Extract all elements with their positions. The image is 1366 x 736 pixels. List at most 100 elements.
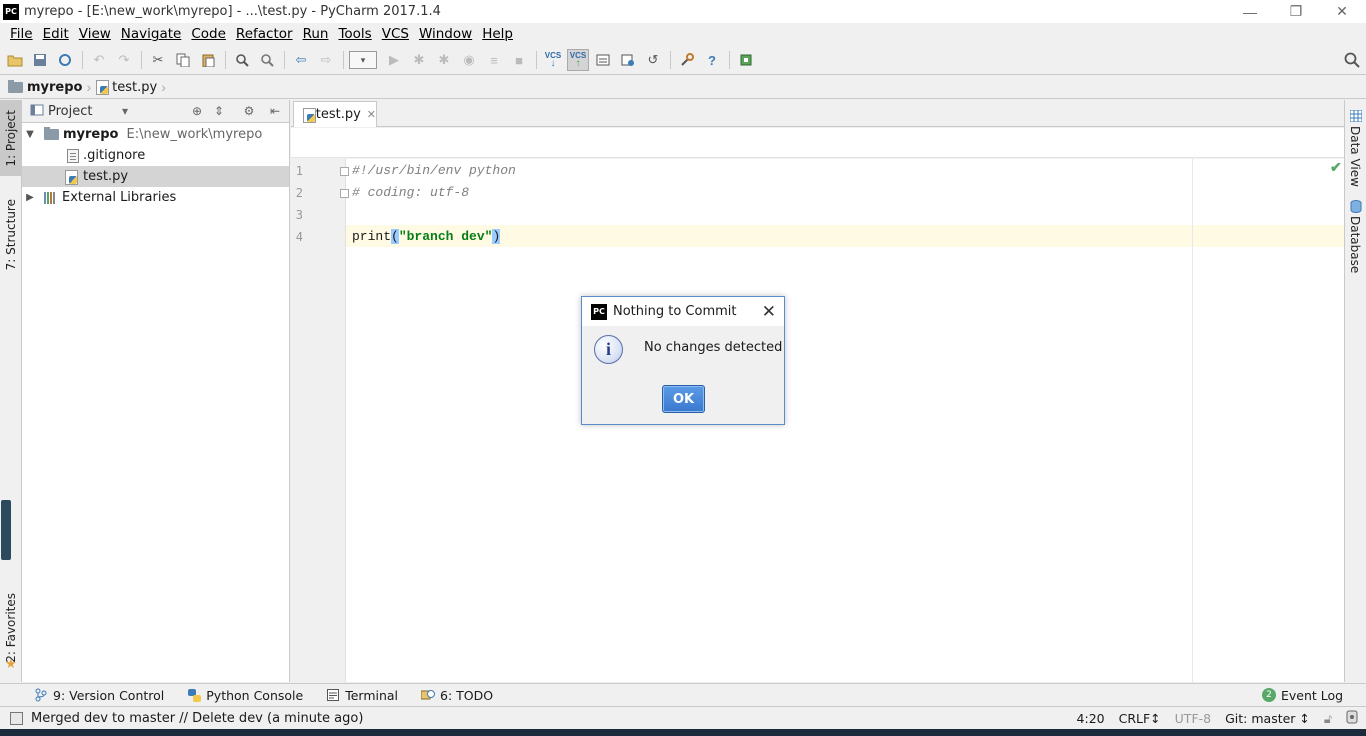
dialog-close-button[interactable]: ✕ (762, 302, 776, 322)
lock-icon[interactable]: 🔓︎ (1324, 711, 1332, 727)
menu-code[interactable]: Code (186, 26, 231, 42)
ok-button[interactable]: OK (662, 385, 705, 413)
menu-vcs[interactable]: VCS (377, 26, 414, 42)
undo-icon[interactable]: ↶ (88, 49, 110, 71)
collapse-all-icon[interactable]: ⇕ (212, 104, 226, 118)
event-count-badge: 2 (1262, 688, 1276, 702)
minimize-button[interactable]: — (1227, 0, 1273, 23)
text-file-icon (67, 148, 79, 163)
toggle-tool-windows-icon[interactable] (10, 711, 23, 725)
inspector-icon[interactable] (1346, 710, 1358, 727)
tab-database[interactable]: Database (1348, 216, 1362, 276)
code-editor[interactable]: 1 2 3 4 #!/usr/bin/env python # coding: … (291, 159, 1344, 682)
project-view-selector[interactable]: Project (48, 104, 92, 119)
encoding-selector[interactable]: UTF-8 (1175, 711, 1211, 726)
expanded-arrow-icon[interactable]: ▼ (24, 129, 36, 140)
cut-icon[interactable]: ✂ (147, 49, 169, 71)
line-number: 2 (295, 186, 303, 200)
code-paren-open: ( (391, 229, 399, 244)
tree-item-external-libraries[interactable]: ▶ External Libraries (22, 187, 289, 208)
tab-structure-label: 7: Structure (4, 199, 18, 271)
tree-item-gitignore[interactable]: .gitignore (22, 145, 289, 166)
right-margin-guide (1192, 159, 1193, 682)
sync-icon[interactable] (54, 49, 76, 71)
find-icon[interactable] (231, 49, 253, 71)
help-icon[interactable]: ? (701, 49, 723, 71)
tree-item-test-py[interactable]: test.py (22, 166, 289, 187)
code-line-1: #!/usr/bin/env python (352, 163, 516, 178)
tab-todo[interactable]: 6: TODO (421, 688, 493, 703)
run-config-select[interactable]: ▾ (349, 51, 377, 69)
hide-panel-icon[interactable]: ⇤ (268, 104, 282, 118)
tab-todo-label: 6: TODO (440, 687, 494, 703)
collapsed-arrow-icon[interactable]: ▶ (24, 192, 36, 203)
menu-file[interactable]: File (5, 26, 38, 42)
code-line-2: # coding: utf-8 (352, 185, 470, 200)
vcs-compare-icon[interactable] (592, 49, 614, 71)
settings-wrench-icon[interactable] (676, 49, 698, 71)
search-everywhere-icon[interactable] (1341, 49, 1363, 71)
chevron-down-icon[interactable]: ▾ (118, 104, 132, 118)
tab-database-label: Database (1348, 216, 1362, 274)
concurrency-icon[interactable]: ≡ (483, 49, 505, 71)
open-folder-icon[interactable] (4, 49, 26, 71)
run-icon[interactable]: ▶ (383, 49, 405, 71)
back-icon[interactable]: ⇦ (290, 49, 312, 71)
menu-window[interactable]: Window (414, 26, 477, 42)
window-titlebar: PC myrepo - [E:\new_work\myrepo] - ...\t… (0, 0, 1366, 23)
line-number: 4 (295, 230, 303, 244)
star-icon: ★ (5, 656, 17, 671)
scroll-from-source-icon[interactable]: ⊕ (190, 104, 204, 118)
tab-terminal[interactable]: Terminal (326, 688, 398, 703)
stop-icon[interactable]: ■ (508, 49, 530, 71)
replace-icon[interactable] (256, 49, 278, 71)
plugin-icon[interactable] (735, 49, 757, 71)
project-view-icon (30, 104, 44, 119)
tree-item-label: External Libraries (62, 190, 177, 205)
vcs-commit-icon[interactable]: VCS ↑ (567, 49, 589, 71)
vcs-history-icon[interactable] (617, 49, 639, 71)
profile-icon[interactable]: ◉ (458, 49, 480, 71)
status-message[interactable]: Merged dev to master // Delete dev (a mi… (31, 711, 363, 726)
breadcrumb-project[interactable]: myrepo (8, 79, 83, 95)
copy-icon[interactable] (172, 49, 194, 71)
left-tool-stripe: 1: Project 7: Structure 2: Favorites ★ (0, 100, 22, 682)
menu-edit[interactable]: Edit (38, 26, 74, 42)
nothing-to-commit-dialog: PC Nothing to Commit ✕ i No changes dete… (581, 296, 785, 425)
close-window-button[interactable]: ✕ (1319, 0, 1365, 23)
menu-navigate[interactable]: Navigate (116, 26, 187, 42)
git-branch-selector[interactable]: Git: master ↕ (1225, 711, 1310, 726)
breadcrumb-file[interactable]: test.py (95, 80, 157, 95)
debug-icon[interactable]: ✱ (408, 49, 430, 71)
python-file-icon (64, 169, 78, 185)
line-separator-selector[interactable]: CRLF↕ (1119, 711, 1161, 726)
caret-position[interactable]: 4:20 (1077, 711, 1105, 726)
vcs-revert-icon[interactable]: ↺ (642, 49, 664, 71)
tab-data-view[interactable]: Data View (1348, 126, 1362, 190)
menu-refactor[interactable]: Refactor (231, 26, 298, 42)
menu-run[interactable]: Run (298, 26, 334, 42)
project-panel-header: Project ▾ ⊕ ⇕ ⚙ ⇤ (22, 100, 289, 123)
tree-item-myrepo[interactable]: ▼ myrepo E:\new_work\myrepo (22, 124, 289, 145)
forward-icon[interactable]: ⇨ (315, 49, 337, 71)
vcs-update-icon[interactable]: VCS ↓ (542, 49, 564, 71)
tab-structure[interactable]: 7: Structure (0, 192, 22, 278)
tab-event-log[interactable]: 2 Event Log (1262, 688, 1343, 703)
fold-marker-icon[interactable] (340, 189, 349, 198)
os-taskbar (0, 729, 1366, 736)
tab-test-py[interactable]: test.py ✕ (293, 101, 377, 127)
fold-marker-icon[interactable] (340, 167, 349, 176)
tab-python-console[interactable]: Python Console (187, 688, 303, 703)
close-tab-icon[interactable]: ✕ (367, 108, 376, 121)
redo-icon[interactable]: ↷ (113, 49, 135, 71)
save-all-icon[interactable] (29, 49, 51, 71)
paste-icon[interactable] (197, 49, 219, 71)
menu-help[interactable]: Help (477, 26, 518, 42)
menu-view[interactable]: View (74, 26, 116, 42)
coverage-icon[interactable]: ✱ (433, 49, 455, 71)
gear-icon[interactable]: ⚙ (242, 104, 256, 118)
tab-project[interactable]: 1: Project (0, 100, 22, 176)
menu-tools[interactable]: Tools (333, 26, 376, 42)
tab-version-control[interactable]: 9: Version Control (34, 688, 164, 703)
restore-button[interactable]: ❐ (1273, 0, 1319, 23)
